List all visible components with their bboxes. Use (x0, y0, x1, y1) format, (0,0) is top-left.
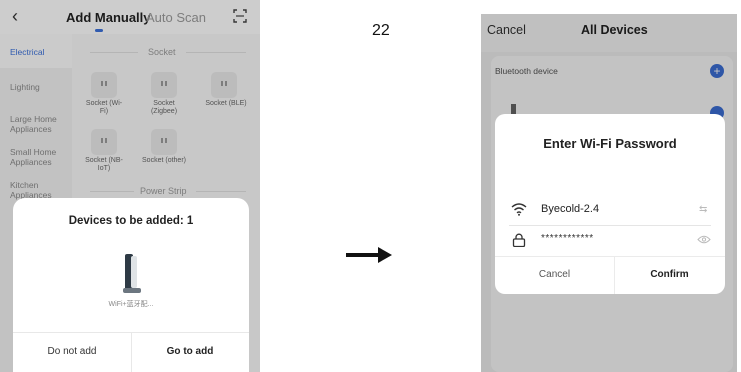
add-device-screen: ‹ Add Manually Auto Scan Electrical Ligh… (0, 0, 260, 372)
ssid-field[interactable]: Byecold-2.4 (541, 203, 599, 215)
step-number: 22 (372, 22, 390, 39)
confirm-button[interactable]: Confirm (614, 256, 725, 294)
password-field[interactable]: ************ (541, 233, 594, 244)
right-arrow-icon (346, 247, 392, 263)
dialog-title: Enter Wi-Fi Password (543, 136, 677, 151)
devices-to-add-sheet: Devices to be added: 1 WiFi+蓝牙配... Do no… (13, 198, 249, 372)
wifi-password-dialog: Enter Wi-Fi Password Byecold-2.4 ⇆ *****… (495, 114, 725, 294)
do-not-add-button[interactable]: Do not add (13, 332, 131, 372)
lock-icon (512, 233, 526, 247)
device-name: WiFi+蓝牙配... (108, 301, 154, 308)
password-row[interactable]: ************ (495, 227, 725, 253)
sheet-title: Devices to be added: 1 (68, 215, 194, 227)
cancel-button[interactable]: Cancel (495, 256, 614, 294)
switch-network-icon[interactable]: ⇆ (699, 204, 707, 215)
show-password-icon[interactable] (697, 235, 711, 244)
instruction-figure: ‹ Add Manually Auto Scan Electrical Ligh… (0, 0, 741, 372)
ssid-row[interactable]: Byecold-2.4 ⇆ (495, 194, 725, 224)
all-devices-screen: Cancel All Devices Bluetooth device + En… (481, 14, 737, 372)
divider (509, 225, 711, 226)
device-image (123, 254, 141, 293)
go-to-add-button[interactable]: Go to add (131, 332, 249, 372)
wifi-icon (511, 203, 527, 216)
